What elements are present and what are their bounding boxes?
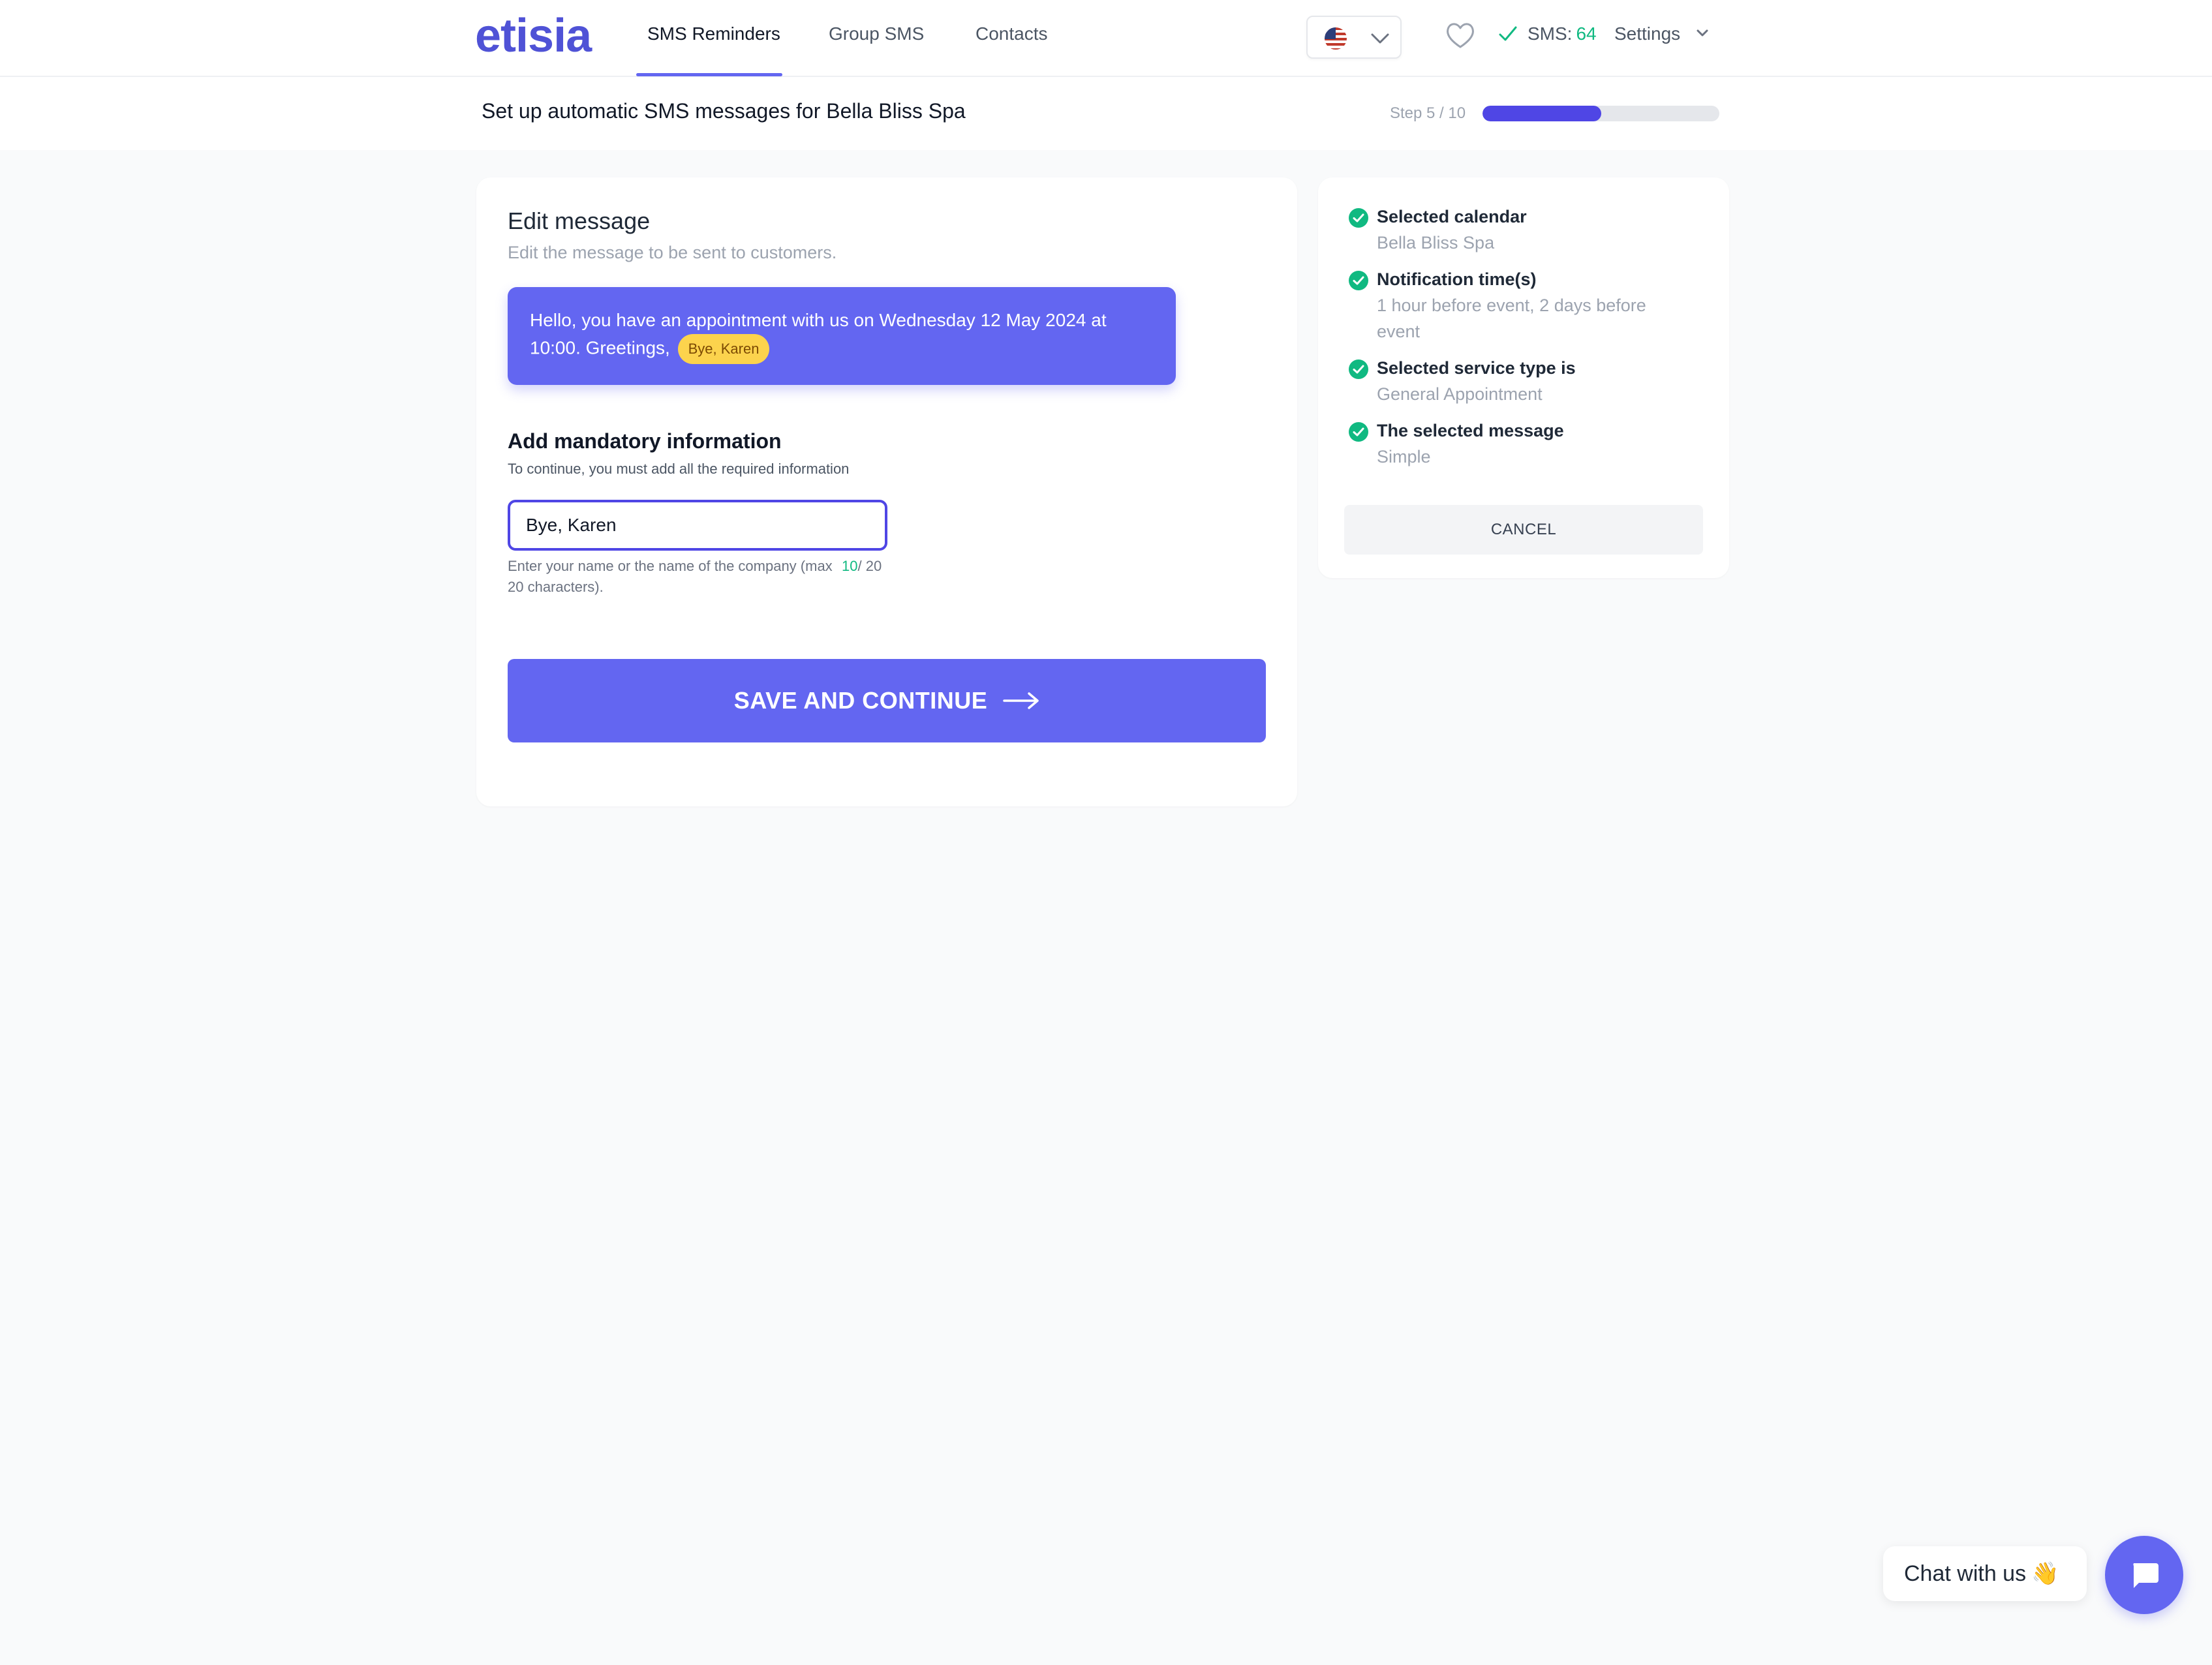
chat-icon: [2133, 1563, 2158, 1588]
check-circle-icon: [1349, 208, 1368, 228]
tab-group-sms[interactable]: Group SMS: [829, 23, 924, 44]
card-title: Edit message: [508, 207, 651, 234]
summary-label: Selected service type is: [1377, 358, 1576, 378]
mandatory-info-subtitle: To continue, you must add all the requir…: [508, 461, 850, 477]
active-tab-indicator: [636, 73, 782, 76]
summary-label: Selected calendar: [1377, 207, 1527, 226]
us-flag-icon: [1325, 27, 1347, 50]
chat-invite-bubble[interactable]: Chat with us 👋: [1883, 1546, 2087, 1601]
sms-balance-label: SMS:: [1528, 23, 1573, 44]
waving-hand-icon: 👋: [2031, 1561, 2059, 1586]
summary-card: Selected calendar Bella Bliss Spa Notifi…: [1318, 177, 1729, 578]
top-navigation-bar: etisia SMS Reminders Group SMS Contacts …: [0, 0, 2212, 77]
summary-value: Bella Bliss Spa: [1377, 233, 1495, 252]
message-preview: Hello, you have an appointment with us o…: [508, 287, 1176, 385]
chat-invite-label: Chat with us: [1904, 1561, 2027, 1586]
progress-bar: [1482, 106, 1719, 121]
arrow-right-icon: [1003, 692, 1039, 709]
sms-balance-count: 64: [1576, 23, 1597, 44]
sms-balance: SMS: 64: [1528, 23, 1597, 44]
check-circle-icon: [1349, 271, 1368, 290]
progress-bar-fill: [1482, 106, 1601, 121]
save-and-continue-label: SAVE AND CONTINUE: [733, 687, 988, 714]
summary-value: General Appointment: [1377, 384, 1543, 404]
chevron-down-icon[interactable]: [1695, 27, 1710, 39]
settings-menu[interactable]: Settings: [1614, 23, 1680, 44]
summary-label: Notification time(s): [1377, 269, 1537, 289]
signature-tag: Bye, Karen: [677, 334, 770, 364]
mandatory-info-title: Add mandatory information: [508, 429, 782, 453]
summary-label: The selected message: [1377, 421, 1564, 440]
character-counter-current: 10: [842, 558, 858, 574]
tab-sms-reminders[interactable]: SMS Reminders: [647, 23, 780, 44]
chat-launcher-button[interactable]: [2105, 1536, 2183, 1614]
language-selector[interactable]: [1306, 16, 1402, 59]
card-subtitle: Edit the message to be sent to customers…: [508, 243, 837, 262]
summary-value: 1 hour before event, 2 days before event: [1377, 296, 1646, 341]
wizard-header: Set up automatic SMS messages for Bella …: [0, 77, 2212, 150]
etisia-logo[interactable]: etisia: [475, 9, 592, 63]
signature-input-help: Enter your name or the name of the compa…: [508, 558, 833, 595]
message-preview-text: Hello, you have an appointment with us o…: [530, 310, 1107, 358]
tab-contacts[interactable]: Contacts: [975, 23, 1048, 44]
save-and-continue-button[interactable]: SAVE AND CONTINUE: [508, 659, 1266, 742]
chevron-down-icon: [1371, 33, 1389, 44]
summary-value: Simple: [1377, 447, 1431, 466]
step-indicator: Step 5 / 10: [1390, 104, 1466, 122]
signature-input[interactable]: [508, 500, 887, 551]
page-title: Set up automatic SMS messages for Bella …: [482, 99, 966, 123]
heart-icon[interactable]: [1445, 21, 1476, 50]
character-counter-max: / 20: [857, 558, 882, 574]
check-circle-icon: [1349, 359, 1368, 379]
edit-message-card: Edit message Edit the message to be sent…: [476, 177, 1297, 806]
cancel-button[interactable]: CANCEL: [1344, 505, 1703, 555]
character-counter: 10/ 20: [842, 556, 882, 577]
checkmark-icon: [1499, 26, 1517, 41]
check-circle-icon: [1349, 422, 1368, 442]
